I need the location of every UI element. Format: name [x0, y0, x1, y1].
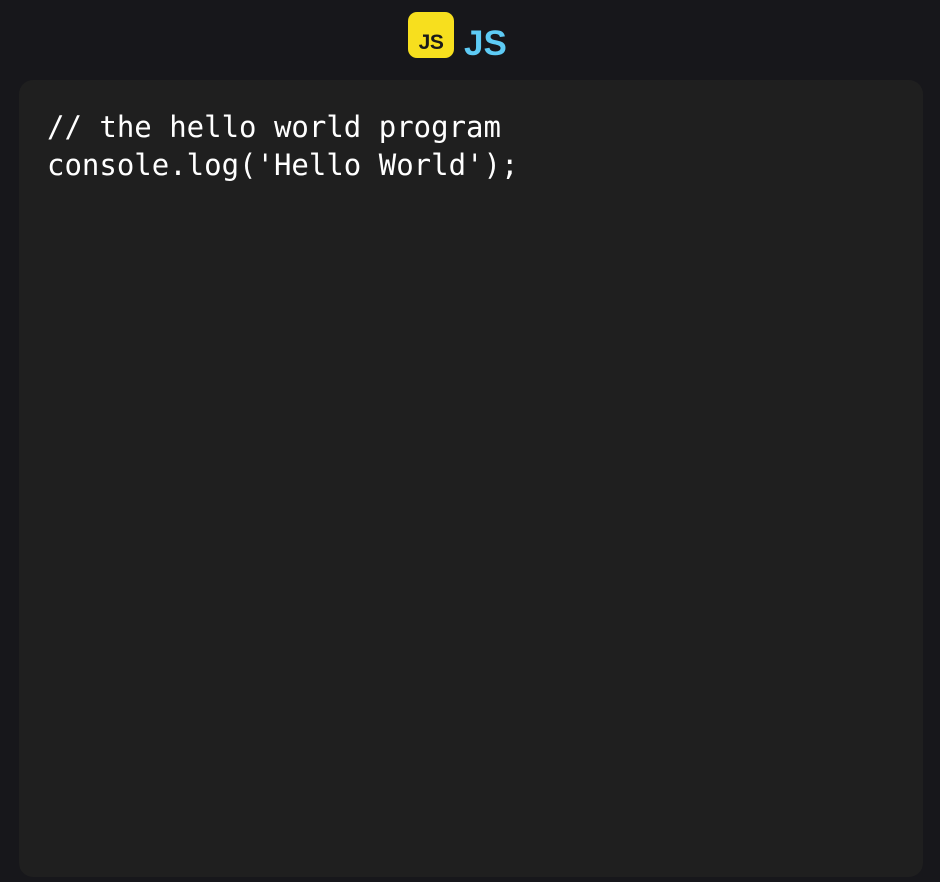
page-title: JS — [464, 24, 507, 63]
header: JS JS — [0, 0, 940, 80]
javascript-logo-icon: JS — [408, 12, 454, 58]
code-line-2[interactable]: console.log('Hello World'); — [47, 146, 895, 184]
code-line-1[interactable]: // the hello world program — [47, 108, 895, 146]
code-editor[interactable]: // the hello world program console.log('… — [19, 80, 923, 877]
logo-text: JS — [418, 31, 444, 54]
